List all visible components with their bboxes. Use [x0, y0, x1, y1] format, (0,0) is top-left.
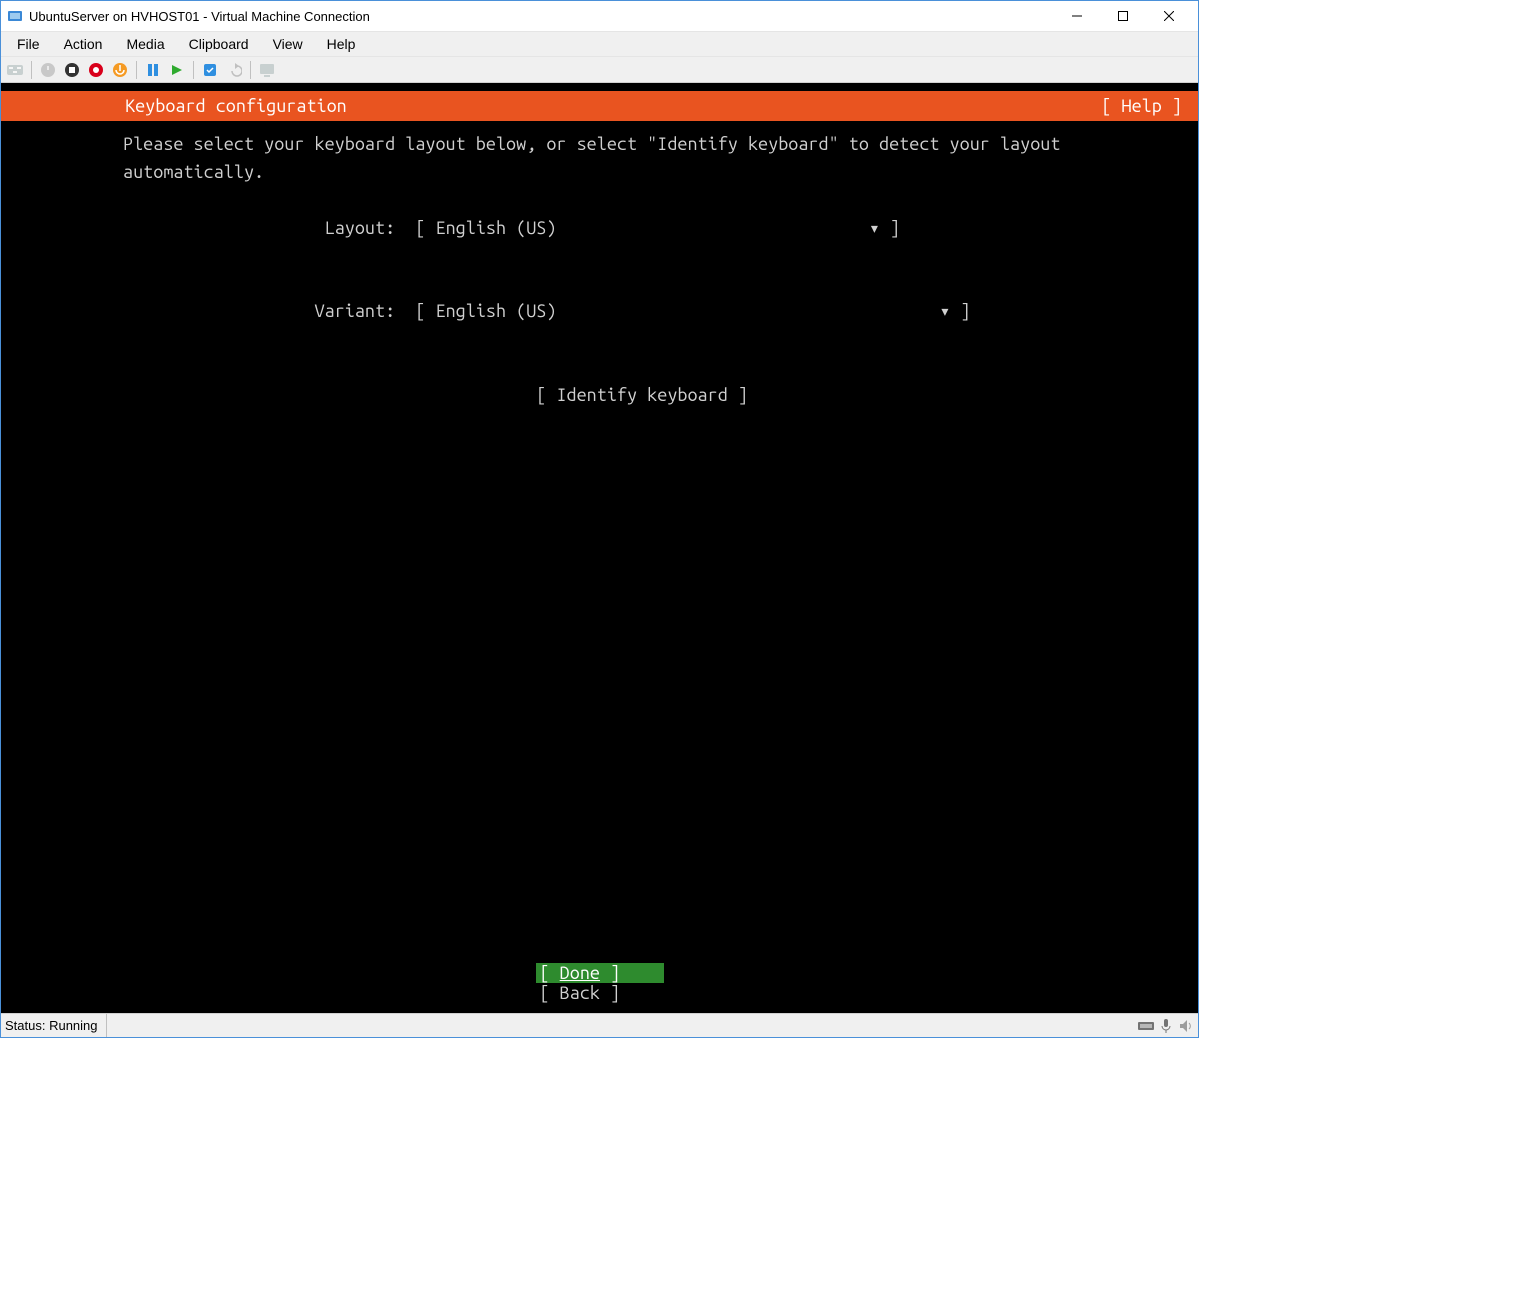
reset-icon[interactable] — [167, 60, 187, 80]
installer-header: Keyboard configuration [ Help ] — [1, 91, 1198, 121]
menu-bar: File Action Media Clipboard View Help — [1, 31, 1198, 57]
identify-keyboard-button[interactable]: [ Identify keyboard ] — [536, 385, 748, 405]
vm-display[interactable]: Keyboard configuration [ Help ] Please s… — [1, 83, 1198, 1013]
menu-view[interactable]: View — [261, 33, 315, 55]
maximize-button[interactable] — [1100, 1, 1146, 31]
window-title: UbuntuServer on HVHOST01 - Virtual Machi… — [29, 9, 370, 24]
checkpoint-icon[interactable] — [200, 60, 220, 80]
save-icon[interactable] — [110, 60, 130, 80]
status-bar: Status: Running — [1, 1013, 1198, 1037]
revert-icon[interactable] — [224, 60, 244, 80]
menu-file[interactable]: File — [5, 33, 52, 55]
status-text: Status: Running — [5, 1014, 107, 1037]
pause-icon[interactable] — [143, 60, 163, 80]
menu-help[interactable]: Help — [315, 33, 368, 55]
menu-media[interactable]: Media — [114, 33, 176, 55]
enhanced-session-icon[interactable] — [257, 60, 277, 80]
minimize-button[interactable] — [1054, 1, 1100, 31]
app-icon — [7, 8, 23, 24]
title-bar: UbuntuServer on HVHOST01 - Virtual Machi… — [1, 1, 1198, 31]
back-button[interactable]: [ Back ] — [536, 983, 664, 1003]
toolbar — [1, 57, 1198, 83]
menu-action[interactable]: Action — [52, 33, 115, 55]
instruction-text: Please select your keyboard layout below… — [123, 134, 1060, 182]
ctrl-alt-del-icon[interactable] — [5, 60, 25, 80]
help-button[interactable]: [ Help ] — [1101, 96, 1186, 116]
variant-label: Variant: — [315, 301, 396, 321]
done-button[interactable]: [ Done ] — [536, 963, 664, 983]
installer-body: Please select your keyboard layout below… — [1, 121, 1198, 410]
start-icon[interactable] — [38, 60, 58, 80]
speaker-status-icon — [1178, 1018, 1194, 1034]
layout-label: Layout: — [325, 218, 396, 238]
close-button[interactable] — [1146, 1, 1192, 31]
mic-status-icon — [1158, 1018, 1174, 1034]
window-controls — [1054, 1, 1192, 31]
variant-dropdown[interactable]: [ English (US) ▾ ] — [415, 301, 970, 321]
keyboard-status-icon — [1138, 1018, 1154, 1034]
turnoff-icon[interactable] — [62, 60, 82, 80]
shutdown-icon[interactable] — [86, 60, 106, 80]
installer-title: Keyboard configuration — [13, 96, 347, 116]
installer-footer: [ Done ] [ Back ] — [1, 963, 1198, 1003]
layout-dropdown[interactable]: [ English (US) ▾ ] — [415, 218, 900, 238]
menu-clipboard[interactable]: Clipboard — [177, 33, 261, 55]
